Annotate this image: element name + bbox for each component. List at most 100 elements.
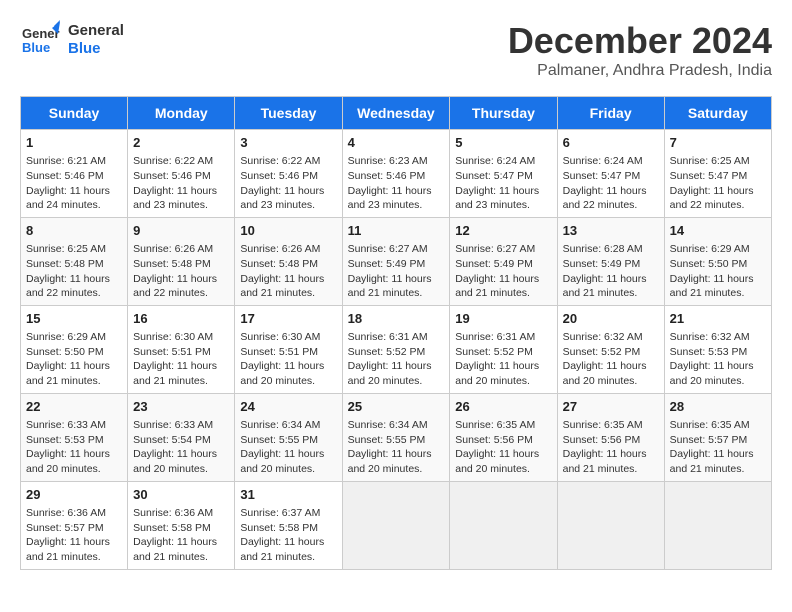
- cell-content: Sunrise: 6:27 AM Sunset: 5:49 PM Dayligh…: [348, 243, 432, 299]
- day-number: 7: [670, 134, 766, 152]
- day-number: 21: [670, 310, 766, 328]
- calendar-cell: [557, 481, 664, 569]
- day-number: 25: [348, 398, 445, 416]
- calendar-cell: 19Sunrise: 6:31 AM Sunset: 5:52 PM Dayli…: [450, 305, 557, 393]
- day-number: 29: [26, 486, 122, 504]
- day-number: 13: [563, 222, 659, 240]
- cell-content: Sunrise: 6:36 AM Sunset: 5:58 PM Dayligh…: [133, 507, 217, 563]
- location: Palmaner, Andhra Pradesh, India: [508, 62, 772, 80]
- day-number: 3: [240, 134, 336, 152]
- day-number: 26: [455, 398, 551, 416]
- calendar-week-3: 15 Sunrise: 6:29 AM Sunset: 5:50 PM Dayli…: [21, 305, 772, 393]
- calendar-cell: 14Sunrise: 6:29 AM Sunset: 5:50 PM Dayli…: [664, 217, 771, 305]
- calendar-week-2: 8 Sunrise: 6:25 AM Sunset: 5:48 PM Daylig…: [21, 217, 772, 305]
- cell-content: Sunrise: 6:31 AM Sunset: 5:52 PM Dayligh…: [455, 331, 539, 387]
- cell-content: Sunrise: 6:21 AM Sunset: 5:46 PM Dayligh…: [26, 155, 110, 211]
- day-number: 16: [133, 310, 229, 328]
- cell-content: Sunrise: 6:35 AM Sunset: 5:56 PM Dayligh…: [455, 419, 539, 475]
- cell-content: Sunrise: 6:22 AM Sunset: 5:46 PM Dayligh…: [133, 155, 217, 211]
- day-number: 8: [26, 222, 122, 240]
- cell-content: Sunrise: 6:32 AM Sunset: 5:52 PM Dayligh…: [563, 331, 647, 387]
- cell-content: Sunrise: 6:26 AM Sunset: 5:48 PM Dayligh…: [240, 243, 324, 299]
- calendar-cell: 17 Sunrise: 6:30 AM Sunset: 5:51 PM Dayli…: [235, 305, 342, 393]
- day-number: 15: [26, 310, 122, 328]
- day-number: 11: [348, 222, 445, 240]
- day-number: 9: [133, 222, 229, 240]
- calendar-cell: [450, 481, 557, 569]
- day-number: 24: [240, 398, 336, 416]
- cell-content: Sunrise: 6:33 AM Sunset: 5:53 PM Dayligh…: [26, 419, 110, 475]
- page-header: General Blue General Blue December 2024 …: [20, 20, 772, 80]
- calendar-cell: 12 Sunrise: 6:27 AM Sunset: 5:49 PM Dayli…: [450, 217, 557, 305]
- cell-content: Sunrise: 6:31 AM Sunset: 5:52 PM Dayligh…: [348, 331, 432, 387]
- calendar-cell: 1 Sunrise: 6:21 AM Sunset: 5:46 PM Daylig…: [21, 130, 128, 218]
- calendar-cell: [664, 481, 771, 569]
- calendar-cell: 3 Sunrise: 6:22 AM Sunset: 5:46 PM Daylig…: [235, 130, 342, 218]
- calendar-cell: 25 Sunrise: 6:34 AM Sunset: 5:55 PM Dayli…: [342, 393, 450, 481]
- day-number: 18: [348, 310, 445, 328]
- cell-content: Sunrise: 6:22 AM Sunset: 5:46 PM Dayligh…: [240, 155, 324, 211]
- day-number: 31: [240, 486, 336, 504]
- weekday-header-row: SundayMondayTuesdayWednesdayThursdayFrid…: [21, 97, 772, 130]
- weekday-thursday: Thursday: [450, 97, 557, 130]
- weekday-monday: Monday: [128, 97, 235, 130]
- weekday-wednesday: Wednesday: [342, 97, 450, 130]
- cell-content: Sunrise: 6:25 AM Sunset: 5:47 PM Dayligh…: [670, 155, 754, 211]
- month-title: December 2024: [508, 20, 772, 62]
- cell-content: Sunrise: 6:27 AM Sunset: 5:49 PM Dayligh…: [455, 243, 539, 299]
- weekday-saturday: Saturday: [664, 97, 771, 130]
- title-area: December 2024 Palmaner, Andhra Pradesh, …: [508, 20, 772, 80]
- calendar-cell: 30 Sunrise: 6:36 AM Sunset: 5:58 PM Dayli…: [128, 481, 235, 569]
- cell-content: Sunrise: 6:24 AM Sunset: 5:47 PM Dayligh…: [563, 155, 647, 211]
- calendar-cell: 13 Sunrise: 6:28 AM Sunset: 5:49 PM Dayli…: [557, 217, 664, 305]
- logo-line1: General: [68, 22, 124, 40]
- calendar-cell: 10 Sunrise: 6:26 AM Sunset: 5:48 PM Dayli…: [235, 217, 342, 305]
- calendar-cell: 21 Sunrise: 6:32 AM Sunset: 5:53 PM Dayli…: [664, 305, 771, 393]
- day-number: 23: [133, 398, 229, 416]
- calendar-cell: [342, 481, 450, 569]
- calendar-cell: 8 Sunrise: 6:25 AM Sunset: 5:48 PM Daylig…: [21, 217, 128, 305]
- cell-content: Sunrise: 6:25 AM Sunset: 5:48 PM Dayligh…: [26, 243, 110, 299]
- cell-content: Sunrise: 6:30 AM Sunset: 5:51 PM Dayligh…: [240, 331, 324, 387]
- day-number: 12: [455, 222, 551, 240]
- calendar-cell: 9 Sunrise: 6:26 AM Sunset: 5:48 PM Daylig…: [128, 217, 235, 305]
- weekday-sunday: Sunday: [21, 97, 128, 130]
- calendar-cell: 4 Sunrise: 6:23 AM Sunset: 5:46 PM Daylig…: [342, 130, 450, 218]
- cell-content: Sunrise: 6:33 AM Sunset: 5:54 PM Dayligh…: [133, 419, 217, 475]
- logo-icon: General Blue: [20, 20, 60, 60]
- cell-content: Sunrise: 6:32 AM Sunset: 5:53 PM Dayligh…: [670, 331, 754, 387]
- cell-content: Sunrise: 6:34 AM Sunset: 5:55 PM Dayligh…: [348, 419, 432, 475]
- day-number: 30: [133, 486, 229, 504]
- day-number: 1: [26, 134, 122, 152]
- day-number: 4: [348, 134, 445, 152]
- calendar-cell: 29 Sunrise: 6:36 AM Sunset: 5:57 PM Dayli…: [21, 481, 128, 569]
- cell-content: Sunrise: 6:26 AM Sunset: 5:48 PM Dayligh…: [133, 243, 217, 299]
- weekday-tuesday: Tuesday: [235, 97, 342, 130]
- logo: General Blue General Blue: [20, 20, 124, 60]
- cell-content: Sunrise: 6:34 AM Sunset: 5:55 PM Dayligh…: [240, 419, 324, 475]
- calendar-week-1: 1 Sunrise: 6:21 AM Sunset: 5:46 PM Daylig…: [21, 130, 772, 218]
- calendar-cell: 28Sunrise: 6:35 AM Sunset: 5:57 PM Dayli…: [664, 393, 771, 481]
- cell-content: Sunrise: 6:24 AM Sunset: 5:47 PM Dayligh…: [455, 155, 539, 211]
- calendar-cell: 5Sunrise: 6:24 AM Sunset: 5:47 PM Daylig…: [450, 130, 557, 218]
- cell-content: Sunrise: 6:29 AM Sunset: 5:50 PM Dayligh…: [26, 331, 110, 387]
- calendar-table: SundayMondayTuesdayWednesdayThursdayFrid…: [20, 96, 772, 570]
- weekday-friday: Friday: [557, 97, 664, 130]
- calendar-cell: 15 Sunrise: 6:29 AM Sunset: 5:50 PM Dayli…: [21, 305, 128, 393]
- day-number: 2: [133, 134, 229, 152]
- cell-content: Sunrise: 6:29 AM Sunset: 5:50 PM Dayligh…: [670, 243, 754, 299]
- cell-content: Sunrise: 6:30 AM Sunset: 5:51 PM Dayligh…: [133, 331, 217, 387]
- calendar-cell: 11 Sunrise: 6:27 AM Sunset: 5:49 PM Dayli…: [342, 217, 450, 305]
- day-number: 17: [240, 310, 336, 328]
- day-number: 10: [240, 222, 336, 240]
- calendar-cell: 7 Sunrise: 6:25 AM Sunset: 5:47 PM Daylig…: [664, 130, 771, 218]
- cell-content: Sunrise: 6:36 AM Sunset: 5:57 PM Dayligh…: [26, 507, 110, 563]
- calendar-cell: 26 Sunrise: 6:35 AM Sunset: 5:56 PM Dayli…: [450, 393, 557, 481]
- cell-content: Sunrise: 6:23 AM Sunset: 5:46 PM Dayligh…: [348, 155, 432, 211]
- calendar-cell: 27Sunrise: 6:35 AM Sunset: 5:56 PM Dayli…: [557, 393, 664, 481]
- cell-content: Sunrise: 6:28 AM Sunset: 5:49 PM Dayligh…: [563, 243, 647, 299]
- calendar-cell: 2 Sunrise: 6:22 AM Sunset: 5:46 PM Daylig…: [128, 130, 235, 218]
- calendar-cell: 23 Sunrise: 6:33 AM Sunset: 5:54 PM Dayli…: [128, 393, 235, 481]
- calendar-week-4: 22Sunrise: 6:33 AM Sunset: 5:53 PM Dayli…: [21, 393, 772, 481]
- calendar-week-5: 29 Sunrise: 6:36 AM Sunset: 5:57 PM Dayli…: [21, 481, 772, 569]
